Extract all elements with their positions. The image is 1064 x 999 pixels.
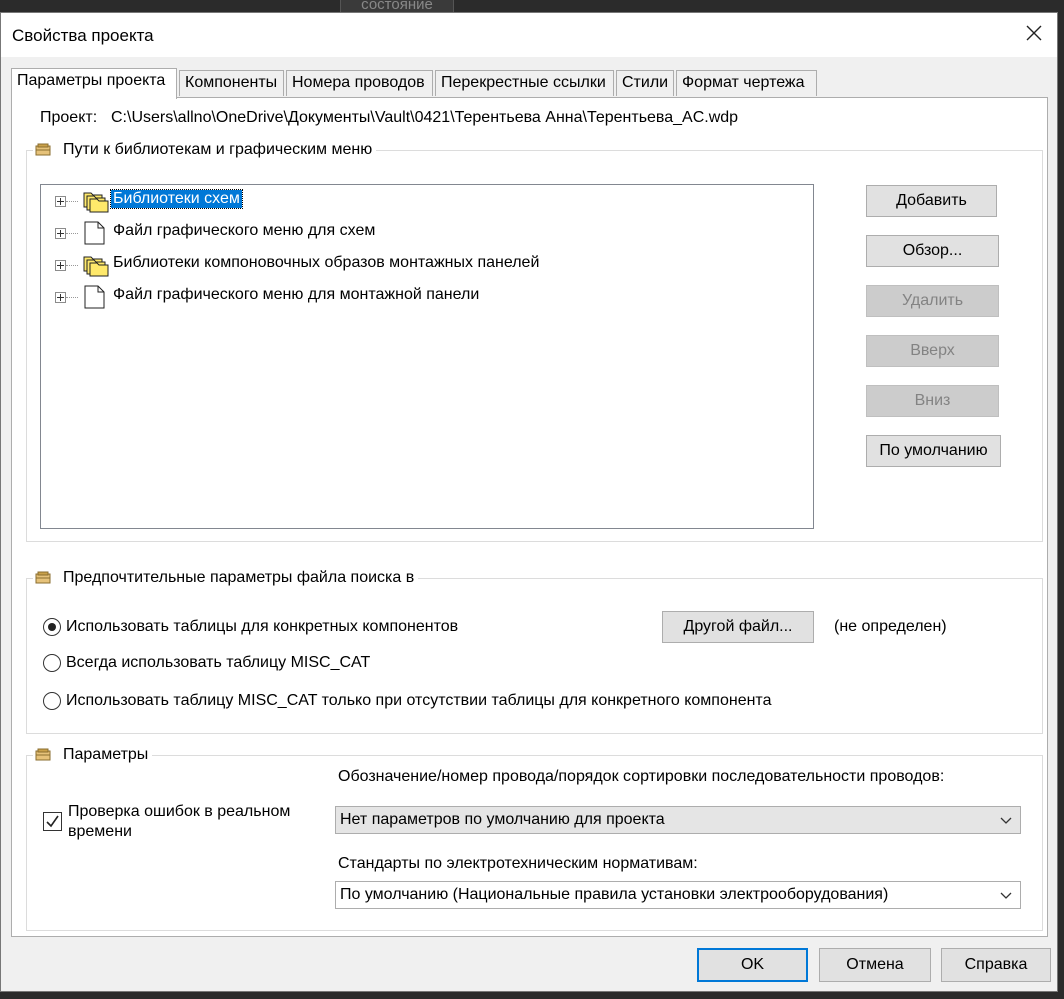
radio-unselected-icon[interactable] [43,692,61,710]
move-up-button[interactable]: Вверх [866,335,999,367]
group-header-icon [35,143,51,156]
folders-icon [83,253,109,282]
chevron-down-icon [1000,817,1012,824]
project-path: C:\Users\allno\OneDrive\Документы\Vault\… [111,109,739,126]
radio-specific-tables[interactable]: Использовать таблицы для конкретных комп… [43,618,458,636]
tree-item-label: Библиотеки схем [110,189,243,209]
chevron-down-icon [1000,892,1012,899]
wire-sort-value: Нет параметров по умолчанию для проекта [340,811,665,828]
other-file-button[interactable]: Другой файл... [662,611,814,643]
tab-components[interactable]: Компоненты [179,70,284,96]
wire-sort-dropdown[interactable]: Нет параметров по умолчанию для проекта [335,806,1021,834]
expand-icon[interactable] [55,291,66,303]
radio-label: Использовать таблицы для конкретных комп… [66,618,459,635]
radio-unselected-icon[interactable] [43,654,61,672]
browse-button[interactable]: Обзор... [866,235,999,267]
ok-button[interactable]: OK [697,948,808,982]
background-window-strip [0,0,1064,12]
realtime-check-label-line2: времени [68,823,132,840]
realtime-error-check-checkbox[interactable] [43,812,62,831]
title-bar: Свойства проекта [1,13,1057,57]
radio-always-misc-cat[interactable]: Всегда использовать таблицу MISC_CAT [43,654,370,672]
default-button[interactable]: По умолчанию [866,435,1001,467]
group-header-icon [35,748,51,761]
tab-wire-numbers[interactable]: Номера проводов [286,70,433,96]
project-label: Проект: [40,109,98,126]
tree-item-label: Файл графического меню для монтажной пан… [113,286,480,303]
expand-icon[interactable] [55,259,66,271]
library-paths-title: Пути к библиотекам и графическим меню [63,141,373,158]
tree-item-label: Файл графического меню для схем [113,222,376,239]
standards-dropdown[interactable]: По умолчанию (Национальные правила устан… [335,881,1021,909]
move-down-button[interactable]: Вниз [866,385,999,417]
radio-misc-cat-fallback[interactable]: Использовать таблицу MISC_CAT только при… [43,692,771,710]
expand-icon[interactable] [55,195,66,207]
expand-icon[interactable] [55,227,66,239]
other-file-status: (не определен) [834,618,947,635]
realtime-check-label-line1: Проверка ошибок в реальном [68,803,291,820]
tab-drawing-format[interactable]: Формат чертежа [676,70,817,96]
file-icon [83,285,109,314]
library-tree[interactable]: Библиотеки схем Файл графического меню д… [40,184,814,529]
cancel-button[interactable]: Отмена [819,948,931,982]
parameters-title: Параметры [63,746,149,763]
tab-panel-project-settings: Проект: C:\Users\allno\OneDrive\Документ… [11,97,1048,937]
background-window-tab: состояние [340,0,454,12]
wire-sort-label: Обозначение/номер провода/порядок сортир… [338,768,945,785]
standards-label: Стандарты по электротехническим норматив… [338,855,698,872]
library-paths-group-title: Пути к библиотекам и графическим меню [33,141,377,159]
folders-icon [83,189,109,218]
help-button[interactable]: Справка [941,948,1051,982]
tab-project-settings[interactable]: Параметры проекта [11,68,177,99]
radio-label: Использовать таблицу MISC_CAT только при… [66,692,772,709]
close-icon[interactable] [1017,19,1051,51]
tree-item-label: Библиотеки компоновочных образов монтажн… [113,254,540,271]
standards-value: По умолчанию (Национальные правила устан… [340,886,889,903]
remove-button[interactable]: Удалить [866,285,999,317]
search-preferences-title: Предпочтительные параметры файла поиска … [63,569,415,586]
file-icon [83,221,109,250]
tab-styles[interactable]: Стили [616,70,674,96]
dialog-title: Свойства проекта [12,26,154,45]
checkmark-icon [46,815,59,828]
tab-cross-references[interactable]: Перекрестные ссылки [435,70,614,96]
radio-label: Всегда использовать таблицу MISC_CAT [66,654,371,671]
project-properties-dialog: Свойства проекта Параметры проекта Компо… [0,12,1058,992]
add-button[interactable]: Добавить [866,185,997,217]
parameters-group-title: Параметры [33,746,153,764]
radio-selected-icon[interactable] [43,618,61,636]
search-preferences-group-title: Предпочтительные параметры файла поиска … [33,569,419,587]
group-header-icon [35,571,51,584]
